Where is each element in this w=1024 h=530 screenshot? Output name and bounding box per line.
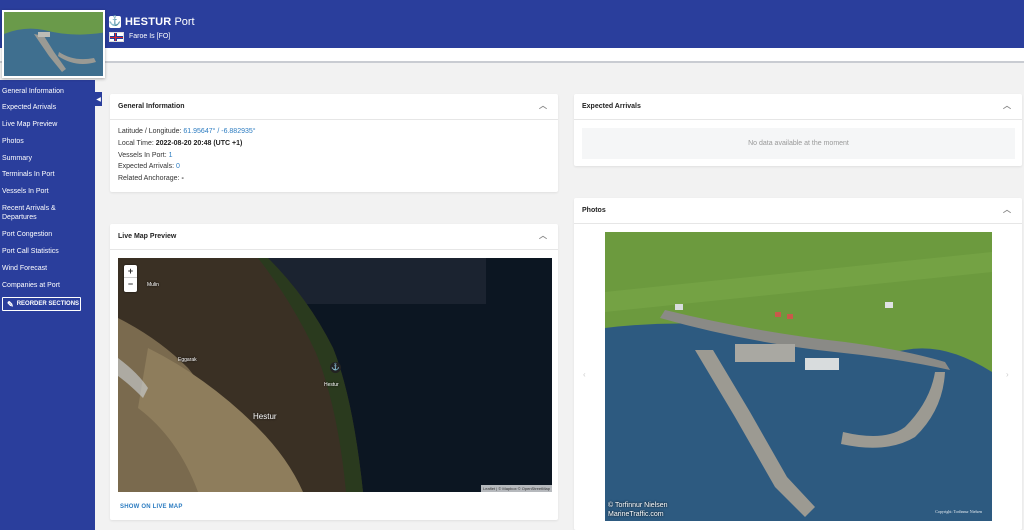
vessels-row: Vessels In Port: 1 <box>118 152 173 159</box>
sidebar-item-port-call-statistics[interactable]: Port Call Statistics <box>2 247 92 256</box>
localtime-label: Local Time: <box>118 140 154 147</box>
live-map-header[interactable]: Live Map Preview ︿ <box>110 224 558 250</box>
faroe-flag-icon <box>109 31 124 42</box>
header-strip <box>0 48 1024 63</box>
zoom-control: + − <box>124 265 137 292</box>
latlon-value[interactable]: 61.95647° / -6.882935° <box>183 128 255 135</box>
chevron-right-icon[interactable]: › <box>1006 370 1009 379</box>
map-label-mulin: Mulin <box>147 282 159 288</box>
port-title: ⚓ HESTUR Port <box>109 14 195 30</box>
reorder-label: REORDER SECTIONS <box>16 301 80 307</box>
map-label-eggarak: Eggarak <box>178 357 197 363</box>
map-label-hestur-island: Hestur <box>253 412 277 421</box>
sidebar-item-expected-arrivals[interactable]: Expected Arrivals <box>2 103 92 112</box>
photo-credit-author: © Torfinnur Nielsen <box>608 502 668 509</box>
chevron-up-icon[interactable]: ︿ <box>1003 102 1011 110</box>
vessels-label: Vessels In Port: <box>118 152 167 159</box>
live-map-panel: Live Map Preview ︿ + − Mulin Eggarak ⚓ H… <box>110 224 558 520</box>
sidebar-item-wind-forecast[interactable]: Wind Forecast <box>2 264 92 273</box>
sidebar-item-terminals[interactable]: Terminals In Port <box>2 170 92 179</box>
port-thumbnail[interactable] <box>2 10 105 78</box>
show-on-live-map-link[interactable]: SHOW ON LIVE MAP <box>120 504 183 510</box>
expected-arrivals-header[interactable]: Expected Arrivals ︿ <box>574 94 1022 120</box>
photos-header[interactable]: Photos ︿ <box>574 198 1022 224</box>
general-information-header[interactable]: General Information ︿ <box>110 94 558 120</box>
sidebar-item-photos[interactable]: Photos <box>2 137 92 146</box>
port-name: HESTUR <box>125 16 172 28</box>
panel-title: Expected Arrivals <box>582 103 641 110</box>
vessels-value[interactable]: 1 <box>169 152 173 159</box>
chevron-up-icon[interactable]: ︿ <box>539 232 547 240</box>
expected-row: Expected Arrivals: 0 <box>118 163 180 170</box>
port-type: Port <box>174 16 195 28</box>
anchor-icon: ⚓ <box>108 16 122 28</box>
sidebar-item-port-congestion[interactable]: Port Congestion <box>2 230 92 239</box>
sidebar-item-live-map-preview[interactable]: Live Map Preview <box>2 120 92 129</box>
sidebar: General Information Expected Arrivals Li… <box>0 80 95 530</box>
chevron-up-icon[interactable]: ︿ <box>1003 206 1011 214</box>
map-attribution[interactable]: Leaflet | © Mapbox © OpenStreetMap <box>481 485 552 492</box>
pencil-icon: ✎ <box>7 299 14 309</box>
sidebar-item-recent-arrivals[interactable]: Recent Arrivals & Departures <box>2 204 62 222</box>
map-satellite-image <box>118 258 552 492</box>
sidebar-collapse-toggle[interactable]: ◀ <box>95 92 102 106</box>
chevron-left-icon: ◀ <box>96 96 101 103</box>
sidebar-item-general-information[interactable]: General Information <box>2 87 92 96</box>
anchorage-row: Related Anchorage: - <box>118 175 184 182</box>
live-map[interactable]: + − Mulin Eggarak ⚓ Hestur Hestur Leafle… <box>118 258 552 492</box>
sidebar-item-summary[interactable]: Summary <box>2 154 92 163</box>
anchorage-value: - <box>181 175 184 182</box>
reorder-sections-button[interactable]: ✎ REORDER SECTIONS <box>2 297 81 311</box>
expected-value[interactable]: 0 <box>176 163 180 170</box>
map-label-hestur-port: Hestur <box>324 382 339 388</box>
country-row: Faroe Is [FO] <box>109 31 170 42</box>
no-data-message: No data available at the moment <box>582 128 1015 159</box>
latlon-row: Latitude / Longitude: 61.95647° / -6.882… <box>118 128 256 135</box>
panel-title: General Information <box>118 103 185 110</box>
general-information-panel: General Information ︿ Latitude / Longitu… <box>110 94 558 192</box>
photos-panel: Photos ︿ ‹ © Torfinnur Nielsen MarineTra… <box>574 198 1022 530</box>
chevron-left-icon[interactable]: ‹ <box>583 370 586 379</box>
zoom-out-button[interactable]: − <box>124 278 137 291</box>
photo-credit: © Torfinnur Nielsen MarineTraffic.com <box>608 501 668 519</box>
photo-image <box>605 232 992 521</box>
anchor-icon: ⚓ <box>331 364 340 371</box>
country-name[interactable]: Faroe Is [FO] <box>129 33 170 40</box>
latlon-label: Latitude / Longitude: <box>118 128 182 135</box>
panel-title: Live Map Preview <box>118 233 177 240</box>
expected-label: Expected Arrivals: <box>118 163 175 170</box>
sidebar-item-vessels-in-port[interactable]: Vessels In Port <box>2 187 92 196</box>
panel-title: Photos <box>582 207 606 214</box>
localtime-value: 2022-08-20 20:48 (UTC +1) <box>155 140 243 147</box>
sidebar-item-companies[interactable]: Companies at Port <box>2 281 92 290</box>
chevron-up-icon[interactable]: ︿ <box>539 102 547 110</box>
photo-copyright: Copyright: Torfinnur Nielsen <box>935 509 982 514</box>
expected-arrivals-panel: Expected Arrivals ︿ No data available at… <box>574 94 1022 166</box>
localtime-row: Local Time: 2022-08-20 20:48 (UTC +1) <box>118 140 242 147</box>
photo-credit-site: MarineTraffic.com <box>608 511 664 518</box>
port-marker[interactable]: ⚓ <box>330 362 341 373</box>
anchorage-label: Related Anchorage: <box>118 175 180 182</box>
thumbnail-image <box>4 12 103 76</box>
port-photo[interactable]: © Torfinnur Nielsen MarineTraffic.com Co… <box>605 232 992 521</box>
zoom-in-button[interactable]: + <box>124 265 137 278</box>
